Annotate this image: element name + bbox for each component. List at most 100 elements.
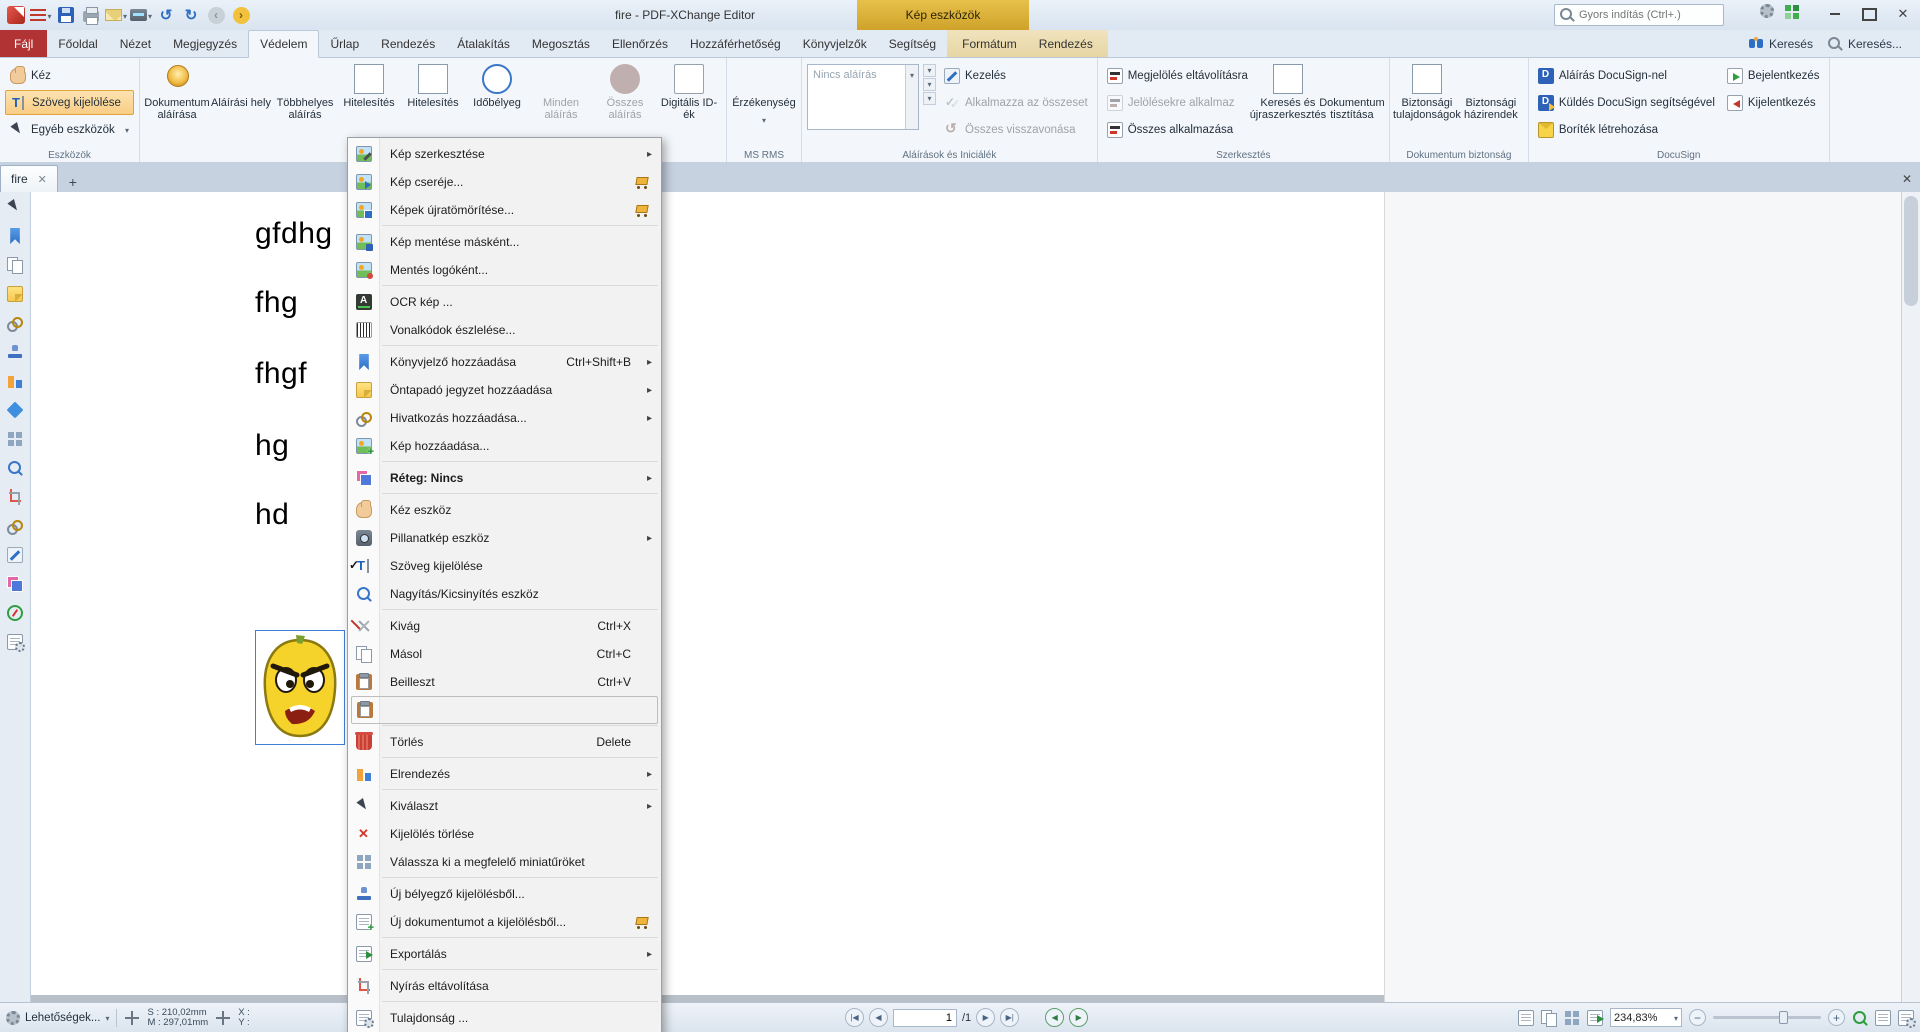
select-tool-panel-button[interactable]	[4, 197, 26, 217]
zoom-in-button[interactable]: +	[1828, 1009, 1845, 1026]
ribbon-button-dokumentum-alairasa[interactable]: Dokumentum aláírása	[144, 61, 210, 147]
thumbnail-view-icon[interactable]	[1564, 1010, 1580, 1026]
ribbon-button-kezeles[interactable]: Kezelés	[940, 64, 1092, 88]
tab-segitseg[interactable]: Segítség	[878, 30, 947, 57]
close-document-icon[interactable]	[1894, 165, 1920, 192]
ribbon-button-alkalmazza-az-osszeset[interactable]: Alkalmazza az összeset	[940, 91, 1092, 115]
context-menu-item-kijeloles-torlese[interactable]: Kijelölés törlése	[348, 820, 661, 848]
context-menu-item-pillanatkep-eszkoz[interactable]: Pillanatkép eszköz ▸	[348, 524, 661, 552]
zoom-slider[interactable]	[1713, 1011, 1821, 1024]
measure-panel-button[interactable]	[4, 487, 26, 507]
ribbon-button-biztonsagi-tulajdonsagok[interactable]: Biztonsági tulajdonságok	[1393, 61, 1461, 147]
context-menu-item-kez-eszkoz[interactable]: Kéz eszköz	[348, 496, 661, 524]
ribbon-button-megjeloles-eltavolitasra[interactable]: Megjelölés eltávolításra	[1103, 64, 1252, 88]
tab-fajl[interactable]: Fájl	[0, 30, 48, 57]
tab-ellenorzes[interactable]: Ellenőrzés	[601, 30, 679, 57]
print-button[interactable]	[80, 4, 102, 26]
search-button[interactable]: Keresés...	[1827, 36, 1902, 52]
contextual-tab-formatum[interactable]: Formátum	[951, 30, 1028, 57]
context-menu-item-mentes-logokent[interactable]: Mentés logóként...	[348, 256, 661, 284]
tab-vedelem[interactable]: Védelem	[248, 30, 320, 58]
layout-grid-icon[interactable]	[1784, 4, 1800, 20]
context-menu-item-exportalas[interactable]: Exportálás ▸	[348, 940, 661, 968]
navigate-panel-button[interactable]	[4, 603, 26, 623]
tab-megosztas[interactable]: Megosztás	[521, 30, 601, 57]
ribbon-button-alairasi-hely[interactable]: Aláírási hely	[209, 61, 273, 147]
context-menu-item-reteg-nincs[interactable]: Réteg: Nincs ▸	[348, 464, 661, 492]
tab-hozzaferhetoseg[interactable]: Hozzáférhetőség	[679, 30, 792, 57]
context-menu-item-tulajdonsag[interactable]: Tulajdonság ...	[348, 1004, 661, 1032]
maximize-button[interactable]	[1852, 0, 1886, 28]
context-menu-item-valassza-ki-a-megfelelo-miniaturoket[interactable]: Válassza ki a megfelelő miniatűröket	[348, 848, 661, 876]
ribbon-button-kereses-es-ujraszerkesztes[interactable]: Keresés és újraszerkesztés	[1250, 61, 1326, 147]
context-menu-item-uj-dokumentumot-a-kijelolesbol[interactable]: Új dokumentumot a kijelölésből...	[348, 908, 661, 936]
selected-image-object[interactable]	[255, 630, 345, 745]
previous-view-button[interactable]	[1045, 1008, 1065, 1027]
ribbon-button-osszes-alairas[interactable]: Összes aláírás	[593, 61, 657, 147]
new-tab-button[interactable]	[61, 171, 85, 192]
ribbon-button-biztonsagi-hazirendek[interactable]: Biztonsági házirendek	[1459, 61, 1523, 147]
zoom-slider-knob[interactable]	[1779, 1011, 1788, 1024]
context-menu-item-nyiras-eltavolitasa[interactable]: Nyírás eltávolítása	[348, 972, 661, 1000]
ribbon-button-jelolesekre-alkalmaz[interactable]: Jelölésekre alkalmaz	[1103, 91, 1252, 115]
previous-page-button[interactable]	[869, 1008, 888, 1027]
ribbon-button-alairas-docusign-nel[interactable]: Aláírás DocuSign-nel	[1534, 64, 1719, 88]
form-fields-panel-button[interactable]	[4, 371, 26, 391]
scrollbar-thumb[interactable]	[1904, 196, 1918, 306]
redo-button[interactable]	[180, 4, 202, 26]
stamps-panel-button[interactable]	[4, 342, 26, 362]
find-button[interactable]: Keresés	[1748, 36, 1813, 52]
context-menu-item-item[interactable]	[351, 696, 658, 724]
ribbon-button-dokumentum-tisztitasa[interactable]: Dokumentum tisztítása	[1319, 61, 1384, 147]
next-view-button[interactable]: ›	[230, 4, 252, 26]
context-menu-item-kepek-ujratomoritese[interactable]: Képek újratömörítése...	[348, 196, 661, 224]
document-options-icon[interactable]	[1898, 1009, 1916, 1028]
comments-panel-button[interactable]	[4, 284, 26, 304]
undo-button[interactable]	[155, 4, 177, 26]
quick-launch-search[interactable]	[1554, 4, 1724, 26]
fit-page-icon[interactable]	[1875, 1009, 1891, 1026]
contextual-tab-rendezes[interactable]: Rendezés	[1028, 30, 1104, 57]
zoom-tool-icon[interactable]	[1852, 1010, 1868, 1026]
pages-panel-button[interactable]	[4, 255, 26, 275]
ribbon-button-kuldes-docusign-segitsegevel[interactable]: Küldés DocuSign segítségével	[1534, 91, 1719, 115]
chevron-down-icon[interactable]	[905, 65, 918, 129]
tab-megjegyzes[interactable]: Megjegyzés	[162, 30, 248, 57]
context-menu-item-vonalkodok-eszlelese[interactable]: Vonalkódok észlelése...	[348, 316, 661, 344]
page-number-input[interactable]	[893, 1008, 957, 1027]
context-menu-item-elrendezes[interactable]: Elrendezés ▸	[348, 760, 661, 788]
single-page-view-icon[interactable]	[1518, 1009, 1534, 1026]
3d-content-panel-button[interactable]	[4, 400, 26, 420]
signature-profile-spinner[interactable]	[923, 64, 936, 105]
text-select-tool-button[interactable]: Szöveg kijelölése	[5, 90, 134, 115]
ribbon-button-hitelesites[interactable]: Hitelesítés	[401, 61, 465, 147]
context-menu-item-masol[interactable]: Másol Ctrl+C	[348, 640, 661, 668]
ribbon-button-boritek-letrehozasa[interactable]: Boríték létrehozása	[1534, 118, 1719, 142]
quick-launch-input[interactable]	[1579, 9, 1719, 21]
context-menu-item-nagyitas-kicsinyites-eszkoz[interactable]: Nagyítás/Kicsinyítés eszköz	[348, 580, 661, 608]
context-menu-item-szoveg-kijelolese[interactable]: ✓Szöveg kijelölése	[348, 552, 661, 580]
previous-view-button[interactable]: ‹	[205, 4, 227, 26]
tab-nezet[interactable]: Nézet	[109, 30, 162, 57]
two-page-view-icon[interactable]	[1541, 1009, 1557, 1027]
fit-width-icon[interactable]	[1587, 1009, 1604, 1026]
context-menu-item-kep-hozzaadasa[interactable]: Kép hozzáadása...	[348, 432, 661, 460]
minimize-button[interactable]	[1818, 0, 1852, 28]
options-button[interactable]: Lehetőségek...	[6, 1010, 109, 1025]
menu-icon[interactable]	[30, 4, 52, 26]
other-tools-button[interactable]: Egyéb eszközök	[5, 117, 134, 142]
save-button[interactable]	[55, 4, 77, 26]
context-menu-item-beilleszt[interactable]: Beilleszt Ctrl+V	[348, 668, 661, 696]
last-page-button[interactable]	[1000, 1008, 1020, 1027]
ribbon-button-erzekenyseg[interactable]: Érzékenység	[732, 61, 796, 147]
ribbon-button-kijelentkezes[interactable]: Kijelentkezés	[1723, 91, 1824, 115]
close-button[interactable]	[1886, 0, 1920, 28]
document-parts-panel-button[interactable]	[4, 632, 26, 652]
context-menu-item-kep-mentese-maskent[interactable]: Kép mentése másként...	[348, 228, 661, 256]
vertical-scrollbar[interactable]	[1901, 192, 1920, 1002]
ribbon-button-hitelesites[interactable]: Hitelesítés	[337, 61, 401, 147]
signature-profile-select[interactable]: Nincs aláírás	[807, 64, 919, 130]
thumbnails-panel-button[interactable]	[4, 429, 26, 449]
hand-tool-button[interactable]: Kéz	[5, 63, 134, 88]
ribbon-button-osszes-visszavonasa[interactable]: Összes visszavonása	[940, 118, 1092, 142]
